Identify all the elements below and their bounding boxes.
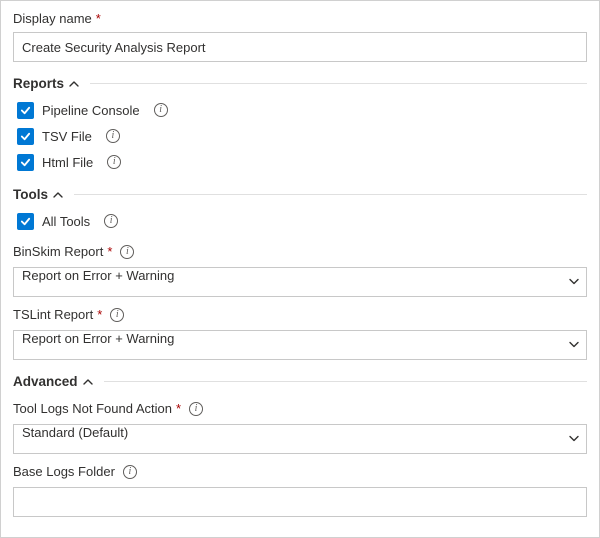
info-icon[interactable]: i xyxy=(120,245,134,259)
checkbox-tsv-file[interactable] xyxy=(17,128,34,145)
checkbox-html-file[interactable] xyxy=(17,154,34,171)
checkbox-label: Html File xyxy=(42,155,93,170)
section-header-reports[interactable]: Reports xyxy=(13,76,587,91)
required-marker: * xyxy=(96,11,101,26)
tslint-report-label: TSLint Report* i xyxy=(13,307,587,322)
info-icon[interactable]: i xyxy=(154,103,168,117)
info-icon[interactable]: i xyxy=(104,214,118,228)
binskim-report-label: BinSkim Report* i xyxy=(13,244,587,259)
task-settings-panel: Display name* Reports Pipeline Console i… xyxy=(0,0,600,538)
tslint-report-select[interactable]: Report on Error + Warning xyxy=(13,330,587,360)
checkbox-label: All Tools xyxy=(42,214,90,229)
checkbox-label: Pipeline Console xyxy=(42,103,140,118)
info-icon[interactable]: i xyxy=(106,129,120,143)
divider xyxy=(74,194,587,195)
divider xyxy=(90,83,587,84)
display-name-input[interactable] xyxy=(13,32,587,62)
checkbox-all-tools[interactable] xyxy=(17,213,34,230)
divider xyxy=(104,381,587,382)
binskim-report-select[interactable]: Report on Error + Warning xyxy=(13,267,587,297)
info-icon[interactable]: i xyxy=(107,155,121,169)
base-logs-folder-label: Base Logs Folder i xyxy=(13,464,587,479)
section-title: Tools xyxy=(13,187,48,202)
not-found-action-label: Tool Logs Not Found Action* i xyxy=(13,401,587,416)
info-icon[interactable]: i xyxy=(110,308,124,322)
section-header-advanced[interactable]: Advanced xyxy=(13,374,587,389)
section-header-tools[interactable]: Tools xyxy=(13,187,587,202)
info-icon[interactable]: i xyxy=(123,465,137,479)
base-logs-folder-input[interactable] xyxy=(13,487,587,517)
chevron-up-icon xyxy=(68,78,80,90)
section-title: Reports xyxy=(13,76,64,91)
required-marker: * xyxy=(97,307,102,322)
chevron-up-icon xyxy=(82,376,94,388)
chevron-up-icon xyxy=(52,189,64,201)
section-title: Advanced xyxy=(13,374,78,389)
checkbox-pipeline-console[interactable] xyxy=(17,102,34,119)
checkbox-label: TSV File xyxy=(42,129,92,144)
not-found-action-select[interactable]: Standard (Default) xyxy=(13,424,587,454)
required-marker: * xyxy=(107,244,112,259)
display-name-label: Display name* xyxy=(13,11,587,26)
info-icon[interactable]: i xyxy=(189,402,203,416)
required-marker: * xyxy=(176,401,181,416)
